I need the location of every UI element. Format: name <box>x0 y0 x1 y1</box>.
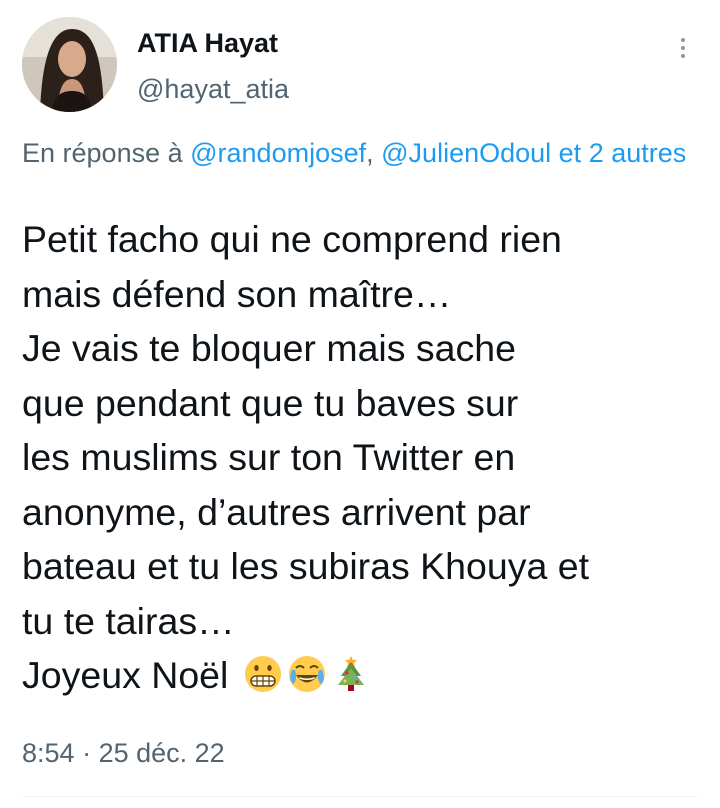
tweet-time[interactable]: 8:54 <box>22 738 75 768</box>
grimacing-face-icon <box>243 654 283 694</box>
tweet-line: bateau et tu les subiras Khouya et <box>22 545 590 587</box>
tweet-last-line: Joyeux Noël <box>22 648 712 703</box>
tweet-date[interactable]: 25 déc. 22 <box>99 738 225 768</box>
avatar-image <box>22 17 117 112</box>
reply-and[interactable]: et <box>551 138 589 168</box>
divider <box>22 796 698 797</box>
more-options-icon[interactable] <box>670 32 696 64</box>
mention-randomjosef[interactable]: @randomjosef <box>190 138 366 168</box>
tweet-line: mais défend son maître… <box>22 272 452 315</box>
reply-context: En réponse à @randomjosef, @JulienOdoul … <box>22 134 692 172</box>
timestamp-separator: · <box>74 738 99 768</box>
reply-prefix: En réponse à <box>22 138 191 168</box>
tweet-line: que pendant que tu baves sur <box>22 381 519 424</box>
christmas-tree-icon <box>331 654 371 694</box>
tweet-line: Petit facho qui ne comprend rien <box>22 218 562 260</box>
tweet-line: Joyeux Noël <box>22 654 229 696</box>
reply-separator: , <box>366 138 382 168</box>
avatar[interactable] <box>22 17 117 112</box>
mention-others-link[interactable]: 2 autres <box>589 138 687 168</box>
tweet-line: Je vais te bloquer mais sache <box>22 327 517 369</box>
author-display-name[interactable]: ATIA Hayat <box>137 26 278 60</box>
tweet-line: les muslims sur ton Twitter en <box>22 436 516 478</box>
tweet-line: tu te tairas… <box>22 599 235 642</box>
tweet-timestamp[interactable]: 8:54 · 25 déc. 22 <box>22 736 225 770</box>
face-with-tears-of-joy-icon <box>287 654 327 694</box>
tweet-line: anonyme, d’autres arrivent par <box>22 490 531 533</box>
author-handle[interactable]: @hayat_atia <box>137 72 289 106</box>
mention-julienodoul[interactable]: @JulienOdoul <box>381 138 551 168</box>
tweet-text: Petit facho qui ne comprend rien mais dé… <box>22 212 712 703</box>
